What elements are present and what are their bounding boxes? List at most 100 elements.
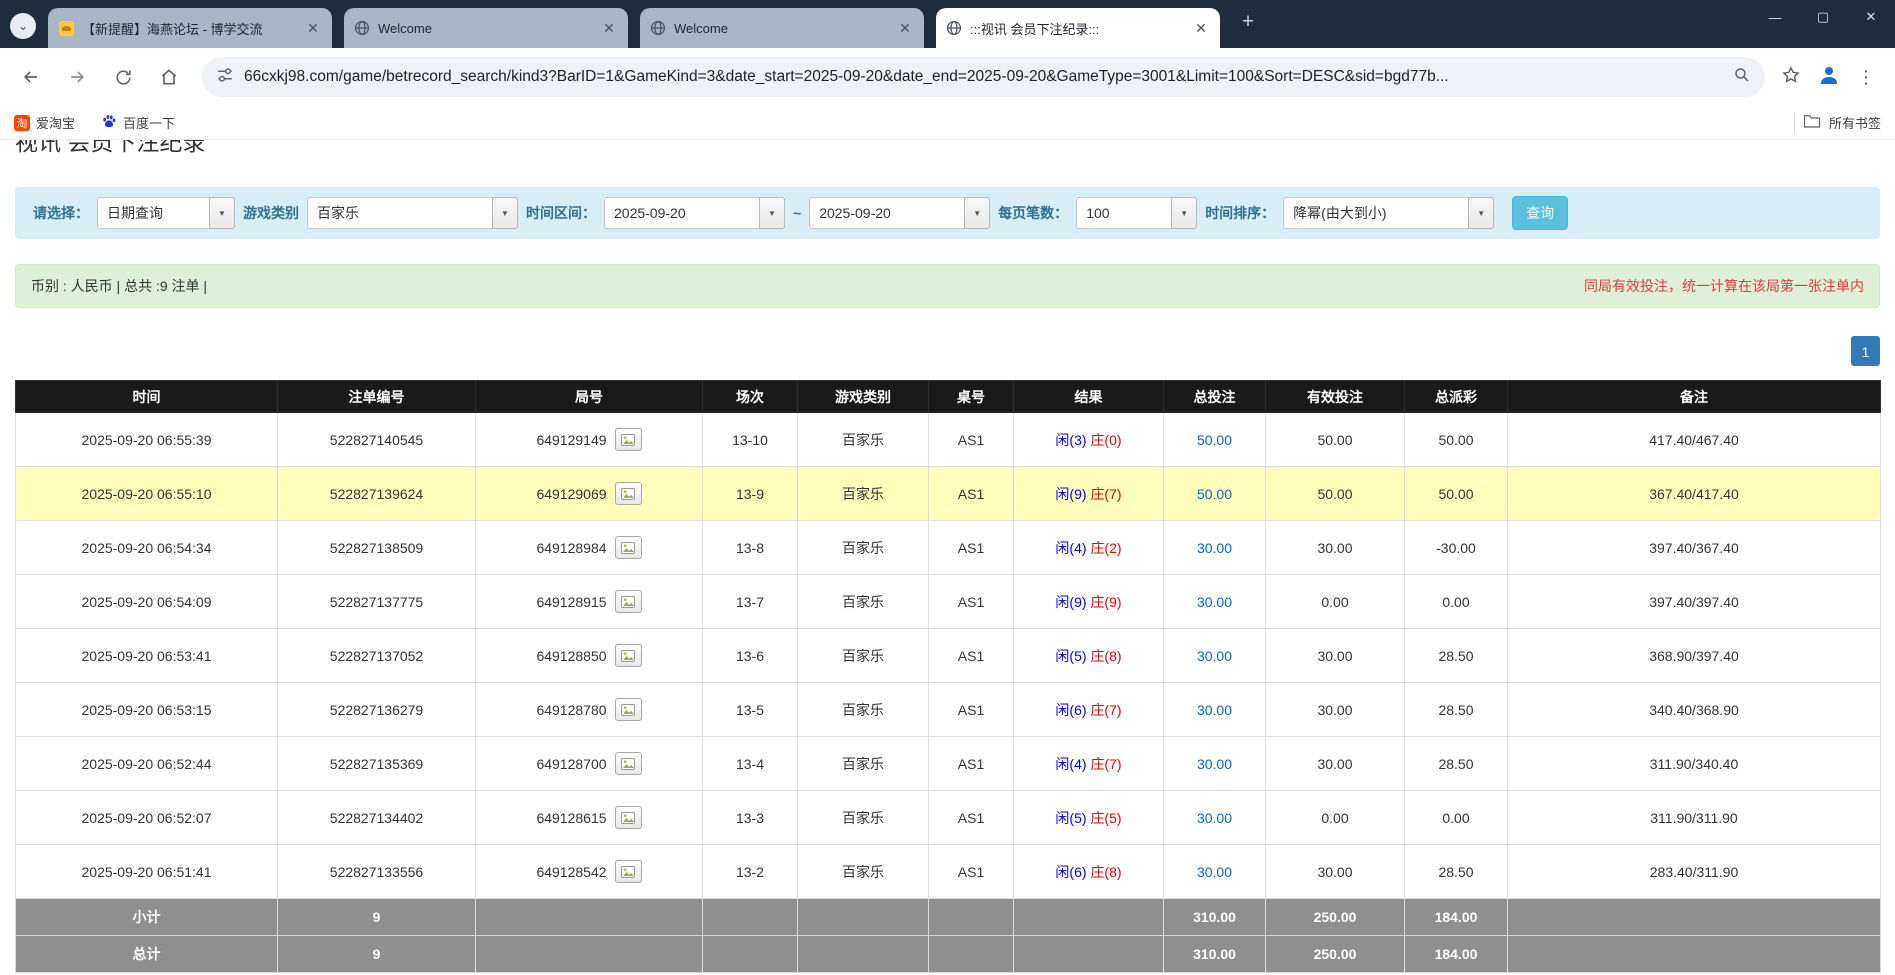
- sort-combobox[interactable]: ▼: [1283, 197, 1494, 229]
- result-banker: 庄(7): [1090, 702, 1121, 718]
- forward-button[interactable]: [56, 56, 98, 98]
- page-number-button[interactable]: 1: [1851, 336, 1880, 366]
- refresh-button[interactable]: [102, 56, 144, 98]
- tab-bet-record-active[interactable]: :::视讯 会员下注纪录::: ✕: [936, 8, 1220, 48]
- total-bet-link[interactable]: 50.00: [1197, 432, 1232, 448]
- chevron-down-icon[interactable]: ▼: [759, 197, 785, 229]
- time-cell: 2025-09-20 06:52:44: [16, 737, 278, 791]
- filter-bar: 请选择： ▼ 游戏类别 ▼ 时间区间： ▼ ~ ▼ 每页笔数： ▼ 时间排序： …: [15, 187, 1880, 239]
- game-type-combobox[interactable]: ▼: [307, 197, 518, 229]
- round-media-button[interactable]: [615, 752, 642, 775]
- page-size-input[interactable]: [1076, 197, 1171, 229]
- round-cell: 649128915: [476, 575, 703, 629]
- address-bar[interactable]: 66cxkj98.com/game/betrecord_search/kind3…: [202, 57, 1765, 97]
- query-mode-input[interactable]: [97, 197, 209, 229]
- search-button[interactable]: 查询: [1512, 196, 1568, 230]
- round-cell: 649129069: [476, 467, 703, 521]
- round-media-button[interactable]: [615, 590, 642, 613]
- round-media-button[interactable]: [615, 536, 642, 559]
- page-size-combobox[interactable]: ▼: [1076, 197, 1197, 229]
- url-text[interactable]: 66cxkj98.com/game/betrecord_search/kind3…: [244, 68, 1723, 86]
- table-row: 2025-09-20 06:55:10522827139624649129069…: [16, 467, 1881, 521]
- date-end-input[interactable]: [809, 197, 964, 229]
- tab-close-icon[interactable]: ✕: [304, 19, 322, 37]
- round-media-button[interactable]: [615, 482, 642, 505]
- subtotal-row: 小计 9 310.00 250.00 184.00: [16, 899, 1881, 936]
- table-row: 2025-09-20 06:53:15522827136279649128780…: [16, 683, 1881, 737]
- total-bet-link[interactable]: 30.00: [1197, 864, 1232, 880]
- game-type-input[interactable]: [307, 197, 492, 229]
- chevron-down-icon[interactable]: ▼: [209, 197, 235, 229]
- total-bet-link[interactable]: 30.00: [1197, 540, 1232, 556]
- bet-record-table: 时间注单编号局号场次游戏类别桌号结果总投注有效投注总派彩备注 2025-09-2…: [15, 380, 1881, 973]
- tab-welcome-1[interactable]: Welcome ✕: [344, 8, 628, 48]
- date-end-combobox[interactable]: ▼: [809, 197, 990, 229]
- forum-favicon-icon: [58, 20, 74, 36]
- page-size-label: 每页笔数：: [998, 203, 1068, 223]
- back-button[interactable]: [10, 56, 52, 98]
- maximize-button[interactable]: ▢: [1799, 0, 1847, 34]
- sort-input[interactable]: [1283, 197, 1468, 229]
- tab-close-icon[interactable]: ✕: [896, 19, 914, 37]
- bookmark-label: 百度一下: [123, 113, 175, 132]
- result-cell: 闲(4) 庄(2): [1014, 521, 1164, 575]
- bookmark-taobao[interactable]: 淘 爱淘宝: [14, 113, 75, 132]
- new-tab-button[interactable]: +: [1234, 8, 1262, 36]
- valid-bet-cell: 50.00: [1266, 467, 1405, 521]
- browser-menu-icon[interactable]: ⋮: [1857, 67, 1875, 88]
- total-bet-link[interactable]: 30.00: [1197, 702, 1232, 718]
- round-media-button[interactable]: [615, 860, 642, 883]
- empty-cell: [1508, 936, 1881, 973]
- profile-avatar-icon[interactable]: [1817, 63, 1841, 92]
- round-media-button[interactable]: [615, 806, 642, 829]
- total-total-bet: 310.00: [1164, 936, 1266, 973]
- payout-cell: 28.50: [1405, 629, 1508, 683]
- date-start-input[interactable]: [604, 197, 759, 229]
- minimize-button[interactable]: —: [1751, 0, 1799, 34]
- round-number: 649128850: [536, 648, 606, 664]
- round-media-button[interactable]: [615, 698, 642, 721]
- tab-close-icon[interactable]: ✕: [600, 19, 618, 37]
- chevron-down-icon[interactable]: ▼: [492, 197, 518, 229]
- site-settings-icon[interactable]: [216, 66, 234, 89]
- bet-id-cell: 522827137775: [278, 575, 476, 629]
- all-bookmarks-label: 所有书签: [1829, 113, 1881, 132]
- currency-summary-text: 币别 : 人民币 | 总共 :9 注单 |: [31, 276, 207, 296]
- result-cell: 闲(5) 庄(5): [1014, 791, 1164, 845]
- valid-bet-cell: 50.00: [1266, 413, 1405, 467]
- time-cell: 2025-09-20 06:53:41: [16, 629, 278, 683]
- date-start-combobox[interactable]: ▼: [604, 197, 785, 229]
- tab-search-button[interactable]: ⌄: [10, 13, 36, 39]
- tab-forum[interactable]: 【新提醒】海燕论坛 - 博学交流 ✕: [48, 8, 332, 48]
- bookmark-label: 爱淘宝: [36, 113, 75, 132]
- time-cell: 2025-09-20 06:52:07: [16, 791, 278, 845]
- round-media-button[interactable]: [615, 644, 642, 667]
- result-player: 闲(6): [1055, 702, 1086, 718]
- chevron-down-icon[interactable]: ▼: [1468, 197, 1494, 229]
- valid-bet-cell: 0.00: [1266, 791, 1405, 845]
- home-button[interactable]: [148, 56, 190, 98]
- total-bet-link[interactable]: 30.00: [1197, 810, 1232, 826]
- game-cell: 百家乐: [798, 629, 929, 683]
- tab-welcome-2[interactable]: Welcome ✕: [640, 8, 924, 48]
- all-bookmarks[interactable]: 所有书签: [1794, 113, 1881, 133]
- bookmark-star-icon[interactable]: [1781, 65, 1801, 90]
- total-bet-link[interactable]: 30.00: [1197, 756, 1232, 772]
- total-bet-link[interactable]: 30.00: [1197, 648, 1232, 664]
- round-media-button[interactable]: [615, 428, 642, 451]
- chevron-down-icon[interactable]: ▼: [1171, 197, 1197, 229]
- note-cell: 283.40/311.90: [1508, 845, 1881, 899]
- tab-close-icon[interactable]: ✕: [1192, 19, 1210, 37]
- total-bet-link[interactable]: 30.00: [1197, 594, 1232, 610]
- close-window-button[interactable]: ✕: [1847, 0, 1895, 34]
- empty-cell: [1014, 899, 1164, 936]
- subtotal-valid-bet: 250.00: [1266, 899, 1405, 936]
- zoom-icon[interactable]: [1733, 66, 1751, 89]
- table-no-cell: AS1: [929, 629, 1014, 683]
- date-separator: ~: [793, 205, 801, 221]
- session-cell: 13-10: [703, 413, 798, 467]
- chevron-down-icon[interactable]: ▼: [964, 197, 990, 229]
- bookmark-baidu[interactable]: 百度一下: [101, 113, 175, 132]
- query-mode-combobox[interactable]: ▼: [97, 197, 235, 229]
- total-bet-link[interactable]: 50.00: [1197, 486, 1232, 502]
